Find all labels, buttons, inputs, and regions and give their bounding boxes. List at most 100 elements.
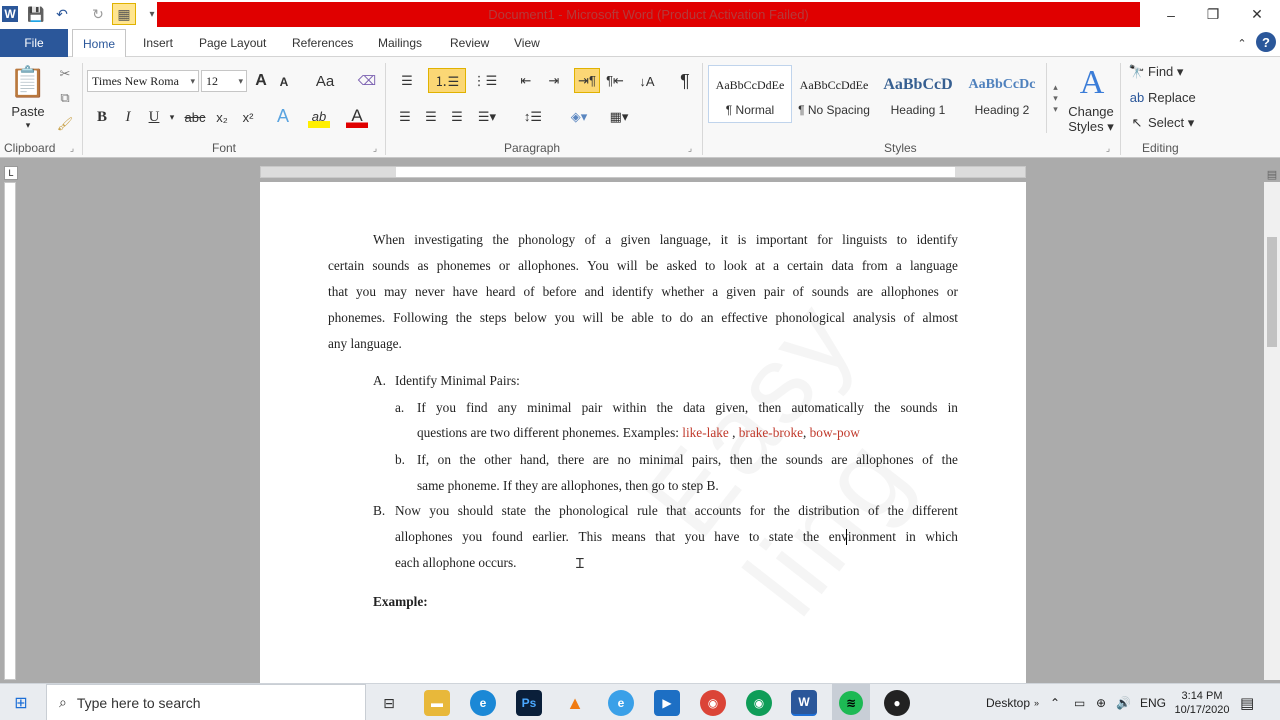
file-explorer-icon[interactable]: ▬ [424,690,450,716]
obs-icon[interactable]: ● [884,690,910,716]
clock[interactable]: 3:14 PM 10/17/2020 [1172,684,1232,720]
desktop-toolbar[interactable]: Desktop [986,684,1030,720]
clear-formatting-icon[interactable]: ⌫ [356,70,378,92]
change-styles-button[interactable]: Change [1066,104,1116,119]
taskbar-search[interactable]: ⌕ Type here to search [46,684,366,720]
table-icon[interactable]: ▦ [112,3,136,25]
binoculars-icon[interactable]: 🔭 [1128,63,1146,81]
highlight-button[interactable]: ab [308,104,330,128]
justify-icon[interactable]: ☰▾ [472,106,502,128]
vertical-scrollbar[interactable] [1264,182,1280,680]
align-center-icon[interactable]: ☰ [420,106,442,128]
clipboard-launcher-icon[interactable]: ⌟ [66,142,78,154]
font-color-button[interactable]: A [346,104,368,128]
grow-font-button[interactable]: A [252,70,270,92]
notifications-icon[interactable]: ▤ [1240,684,1254,720]
font-launcher-icon[interactable]: ⌟ [369,142,381,154]
view-ruler-icon[interactable]: ▤ [1264,166,1280,182]
volume-icon[interactable]: 🔊 [1116,684,1131,720]
word-app-icon[interactable]: W [2,6,18,22]
bullets-icon[interactable]: ☰ [394,70,420,92]
subscript-button[interactable]: x₂ [211,106,233,128]
tray-overflow-icon[interactable]: ⌃ [1050,684,1060,720]
ltr-direction-icon[interactable]: ⇥¶ [574,68,600,93]
styles-launcher-icon[interactable]: ⌟ [1102,142,1114,154]
change-styles-icon[interactable]: A [1072,63,1112,103]
increase-indent-icon[interactable]: ⇥ [542,70,566,92]
tab-references[interactable]: References [282,29,363,57]
paste-button[interactable]: Paste [6,103,50,119]
superscript-button[interactable]: x² [237,106,259,128]
sort-icon[interactable]: ↓A [636,70,658,92]
rtl-direction-icon[interactable]: ¶⇤ [604,70,626,92]
shading-icon[interactable]: ◈▾ [562,106,596,128]
word-taskbar-icon[interactable]: W [791,690,817,716]
language-indicator[interactable]: ENG [1140,684,1166,720]
media-player-icon[interactable]: ▶ [654,690,680,716]
paragraph-launcher-icon[interactable]: ⌟ [684,142,696,154]
style-no-spacing[interactable]: AaBbCcDdEe ¶ No Spacing [792,65,876,123]
chrome-icon[interactable]: ◉ [700,690,726,716]
shrink-font-button[interactable]: A [276,72,292,92]
tab-view[interactable]: View [504,29,550,57]
tab-selector[interactable]: L [4,166,18,180]
style-heading-2[interactable]: AaBbCcDc Heading 2 [960,65,1044,123]
decrease-indent-icon[interactable]: ⇤ [514,70,538,92]
find-button[interactable]: Find ▾ [1148,63,1188,81]
font-family-select[interactable]: Times New Roma ▾ [87,70,199,92]
bold-button[interactable]: B [93,106,111,128]
vlc-icon[interactable]: ▲ [562,690,588,716]
format-painter-icon[interactable]: 🖌 [56,115,74,133]
minimize-button[interactable]: – [1150,0,1192,29]
internet-explorer-icon[interactable]: e [608,690,634,716]
multilevel-list-icon[interactable]: ⋮☰ [470,70,500,92]
tab-review[interactable]: Review [440,29,499,57]
document-page[interactable]: Easy ling When investigating the phonology o… [260,182,1026,683]
photoshop-icon[interactable]: Ps [516,690,542,716]
tab-insert[interactable]: Insert [133,29,183,57]
replace-icon[interactable]: ab [1128,87,1146,107]
tab-page-layout[interactable]: Page Layout [189,29,276,57]
strikethrough-button[interactable]: abc [182,106,208,128]
tab-mailings[interactable]: Mailings [368,29,432,57]
numbering-icon[interactable]: ⒈☰ [428,68,466,93]
replace-button[interactable]: Replace [1148,87,1198,107]
chrome-alt-icon[interactable]: ◉ [746,690,772,716]
toolbar-expand-icon[interactable]: » [1034,684,1039,720]
windows-start-icon[interactable]: ⊞ [10,692,32,714]
spotify-taskbar-slot[interactable]: ≋ [832,684,870,720]
font-size-select[interactable]: 12 ▾ [201,70,247,92]
cursor-icon[interactable]: ↖ [1128,113,1146,133]
vertical-ruler[interactable] [4,182,16,680]
globe-icon[interactable]: ⊕ [1096,684,1106,720]
undo-icon[interactable]: ↶ [52,4,72,24]
redo-icon[interactable]: ↻ [88,4,108,24]
underline-button[interactable]: U [145,106,163,128]
select-button[interactable]: Select ▾ [1148,113,1196,133]
paste-dropdown-icon[interactable]: ▾ [20,119,36,131]
show-formatting-button[interactable]: ¶ [672,68,698,94]
styles-scroll-icon[interactable]: ▴ ▾ ▾ [1046,63,1064,133]
change-case-button[interactable]: Aa [312,70,338,92]
restore-button[interactable]: ❐ [1192,0,1234,29]
help-icon[interactable]: ? [1256,32,1276,52]
horizontal-ruler[interactable] [260,166,1026,178]
close-button[interactable]: ✕ [1236,0,1278,29]
align-right-icon[interactable]: ☰ [446,106,468,128]
text-effects-button[interactable]: A [272,104,294,128]
style-heading-1[interactable]: AaBbCcD Heading 1 [876,65,960,123]
line-spacing-icon[interactable]: ↕☰ [516,106,550,128]
tab-file[interactable]: File [0,29,68,57]
underline-dropdown-icon[interactable]: ▾ [166,106,178,128]
edge-icon[interactable]: e [470,690,496,716]
change-styles-button-label[interactable]: Styles ▾ [1066,119,1116,134]
save-icon[interactable]: 💾 [26,4,46,24]
task-view-icon[interactable]: ⊟ [376,690,402,716]
scrollbar-thumb[interactable] [1267,237,1277,347]
style-normal[interactable]: AaBbCcDdEe ¶ Normal [708,65,792,123]
italic-button[interactable]: I [119,106,137,128]
cut-icon[interactable]: ✂ [56,65,74,83]
copy-icon[interactable]: ⧉ [56,89,74,107]
collapse-ribbon-icon[interactable]: ⌃ [1234,35,1250,51]
tab-home[interactable]: Home [72,29,127,58]
